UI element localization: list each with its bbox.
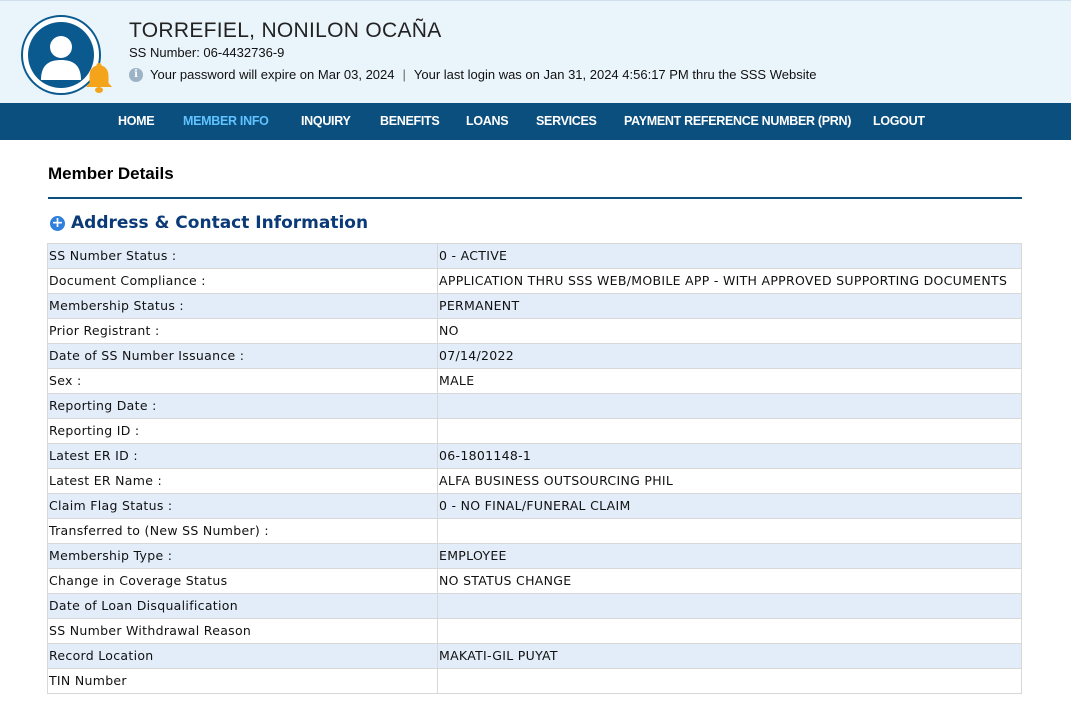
- field-label: Membership Status :: [47, 293, 438, 319]
- field-label: Reporting Date :: [47, 393, 438, 419]
- expand-plus-icon: +: [50, 214, 65, 231]
- field-value: 07/14/2022: [437, 343, 1022, 369]
- field-label: Change in Coverage Status: [47, 568, 438, 594]
- member-details-table: SS Number Status : 0 - ACTIVE Document C…: [47, 243, 1022, 694]
- nav-inquiry[interactable]: INQUIRY: [301, 103, 351, 140]
- nav-services[interactable]: SERVICES: [536, 103, 597, 140]
- field-label: TIN Number: [47, 668, 438, 694]
- page-title: Member Details: [48, 164, 174, 183]
- table-row: Reporting ID :: [47, 418, 1022, 444]
- field-label: Record Location: [47, 643, 438, 669]
- field-value: ALFA BUSINESS OUTSOURCING PHIL: [437, 468, 1022, 494]
- field-value: 0 - NO FINAL/FUNERAL CLAIM: [437, 493, 1022, 519]
- field-value: [437, 518, 1022, 544]
- field-label: Claim Flag Status :: [47, 493, 438, 519]
- last-login-notice: Your last login was on Jan 31, 2024 4:56…: [413, 67, 817, 82]
- notice-separator: |: [402, 67, 406, 82]
- nav-member-info[interactable]: MEMBER INFO: [183, 103, 269, 140]
- field-value: EMPLOYEE: [437, 543, 1022, 569]
- field-label: Date of SS Number Issuance :: [47, 343, 438, 369]
- field-value: MALE: [437, 368, 1022, 394]
- field-value: APPLICATION THRU SSS WEB/MOBILE APP - WI…: [437, 268, 1022, 294]
- field-label: SS Number Withdrawal Reason: [47, 618, 438, 644]
- field-label: SS Number Status :: [47, 243, 438, 269]
- ss-number: SS Number: 06-4432736-9: [129, 45, 285, 60]
- field-label: Document Compliance :: [47, 268, 438, 294]
- table-row: Latest ER ID : 06-1801148-1: [47, 443, 1022, 469]
- table-row: SS Number Withdrawal Reason: [47, 618, 1022, 644]
- field-value: NO: [437, 318, 1022, 344]
- main-navigation: HOME MEMBER INFO INQUIRY BENEFITS LOANS …: [0, 103, 1071, 140]
- field-value: 06-1801148-1: [437, 443, 1022, 469]
- field-value: 0 - ACTIVE: [437, 243, 1022, 269]
- field-label: Transferred to (New SS Number) :: [47, 518, 438, 544]
- field-value: [437, 593, 1022, 619]
- password-expiry-notice: Your password will expire on Mar 03, 202…: [150, 67, 395, 82]
- table-row: Sex : MALE: [47, 368, 1022, 394]
- profile-header: TORREFIEL, NONILON OCAÑA SS Number: 06-4…: [0, 0, 1071, 103]
- nav-logout[interactable]: LOGOUT: [873, 103, 925, 140]
- field-value: MAKATI-GIL PUYAT: [437, 643, 1022, 669]
- notification-bell-icon[interactable]: [84, 61, 114, 95]
- nav-benefits[interactable]: BENEFITS: [380, 103, 440, 140]
- table-row: Latest ER Name : ALFA BUSINESS OUTSOURCI…: [47, 468, 1022, 494]
- table-row: Change in Coverage Status NO STATUS CHAN…: [47, 568, 1022, 594]
- section-title: Address & Contact Information: [71, 213, 369, 233]
- field-value: NO STATUS CHANGE: [437, 568, 1022, 594]
- table-row: Transferred to (New SS Number) :: [47, 518, 1022, 544]
- table-row: Prior Registrant : NO: [47, 318, 1022, 344]
- field-label: Reporting ID :: [47, 418, 438, 444]
- field-label: Latest ER Name :: [47, 468, 438, 494]
- member-name: TORREFIEL, NONILON OCAÑA: [129, 19, 442, 42]
- table-row: Membership Type : EMPLOYEE: [47, 543, 1022, 569]
- field-value: [437, 393, 1022, 419]
- address-contact-toggle[interactable]: + Address & Contact Information: [50, 213, 368, 233]
- table-row: Claim Flag Status : 0 - NO FINAL/FUNERAL…: [47, 493, 1022, 519]
- nav-home[interactable]: HOME: [118, 103, 155, 140]
- table-row: SS Number Status : 0 - ACTIVE: [47, 243, 1022, 269]
- field-value: [437, 668, 1022, 694]
- table-row: Record Location MAKATI-GIL PUYAT: [47, 643, 1022, 669]
- table-row: TIN Number: [47, 668, 1022, 694]
- field-label: Date of Loan Disqualification: [47, 593, 438, 619]
- field-label: Sex :: [47, 368, 438, 394]
- table-row: Date of SS Number Issuance : 07/14/2022: [47, 343, 1022, 369]
- table-row: Membership Status : PERMANENT: [47, 293, 1022, 319]
- info-icon: i: [129, 67, 143, 82]
- field-value: PERMANENT: [437, 293, 1022, 319]
- field-label: Prior Registrant :: [47, 318, 438, 344]
- account-notice: i Your password will expire on Mar 03, 2…: [129, 67, 816, 82]
- field-label: Latest ER ID :: [47, 443, 438, 469]
- nav-loans[interactable]: LOANS: [466, 103, 509, 140]
- field-label: Membership Type :: [47, 543, 438, 569]
- avatar: [21, 15, 112, 95]
- nav-payment-reference-number[interactable]: PAYMENT REFERENCE NUMBER (PRN): [624, 103, 851, 140]
- field-value: [437, 418, 1022, 444]
- table-row: Date of Loan Disqualification: [47, 593, 1022, 619]
- title-divider: [48, 197, 1022, 199]
- field-value: [437, 618, 1022, 644]
- table-row: Reporting Date :: [47, 393, 1022, 419]
- table-row: Document Compliance : APPLICATION THRU S…: [47, 268, 1022, 294]
